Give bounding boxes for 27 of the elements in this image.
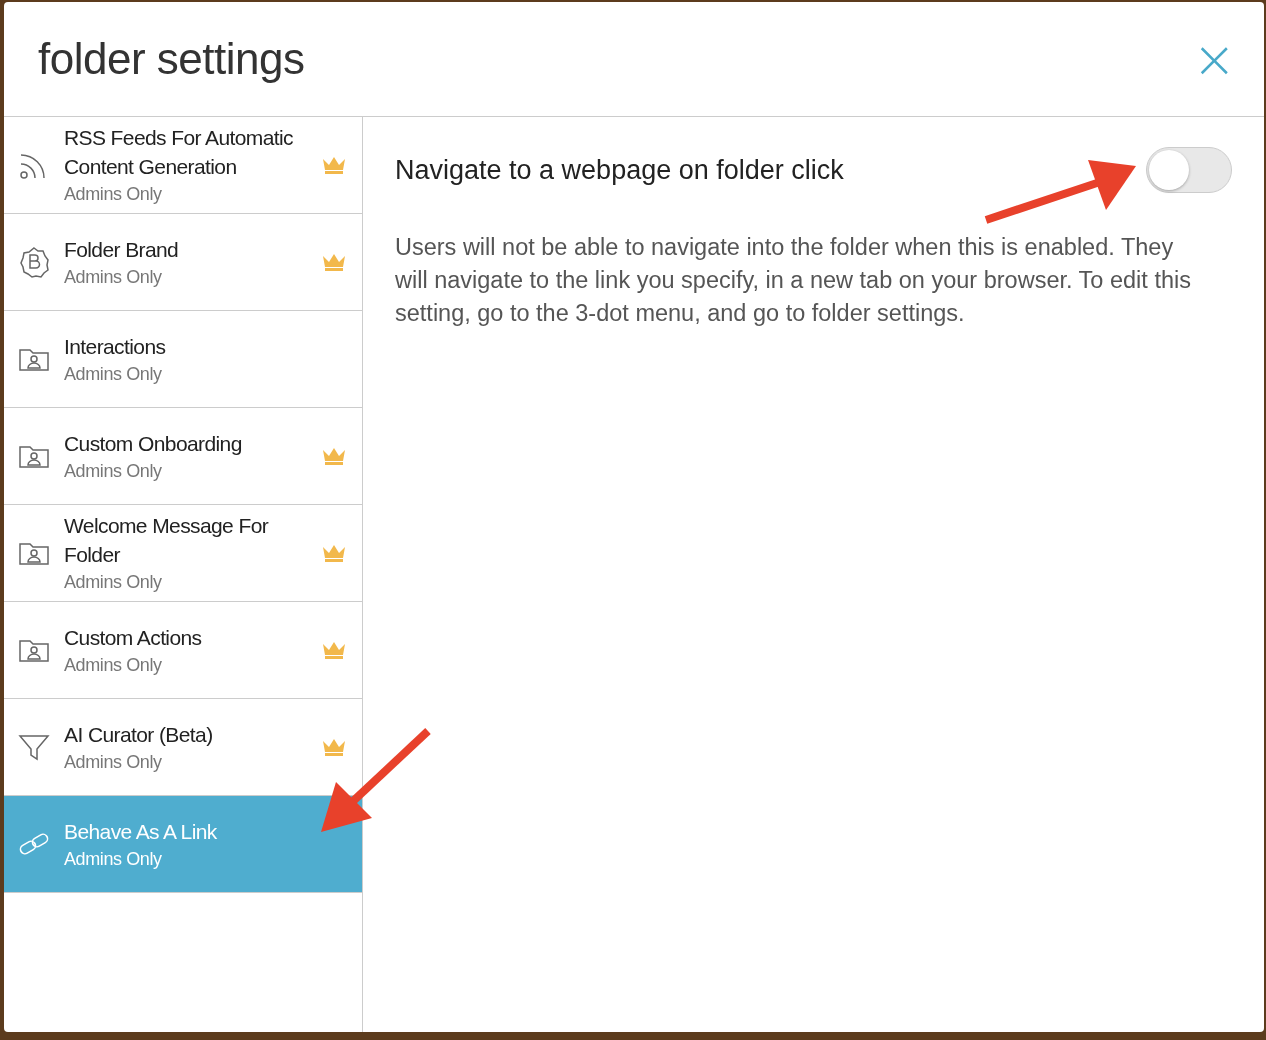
item-subtitle: Admins Only xyxy=(64,362,163,386)
item-subtitle: Admins Only xyxy=(64,183,163,206)
item-title: AI Curator (Beta) xyxy=(64,721,214,748)
sidebar-item[interactable]: Interactions Admins Only xyxy=(4,311,362,408)
item-title: RSS Feeds For Automatic Content Generation xyxy=(64,125,294,180)
setting-description: Users will not be able to navigate into the folder when this is enabled. They will navigate to the link you specify, in a new tab on your browser. To edit this setting, go to the 3-dot menu, and go to folder settings. xyxy=(395,233,1192,328)
setting-title: Navigate to a webpage on folder click xyxy=(395,154,844,186)
item-subtitle: Admins Only xyxy=(64,750,163,774)
item-subtitle: Admins Only xyxy=(64,571,163,594)
sidebar-item[interactable]: RSS Feeds For Automatic Content Generation Admins Only xyxy=(4,117,362,214)
item-subtitle: Admins Only xyxy=(64,847,163,871)
sidebar-item[interactable]: Custom Actions Admins Only xyxy=(4,602,362,699)
item-title: Interactions xyxy=(64,333,167,360)
badge-letter-icon xyxy=(18,246,50,278)
sidebar-item[interactable]: Custom Onboarding Admins Only xyxy=(4,408,362,505)
item-subtitle: Admins Only xyxy=(64,653,163,677)
item-title: Custom Onboarding xyxy=(64,430,243,457)
item-title: Folder Brand xyxy=(64,236,180,263)
dialog-title: folder settings xyxy=(38,34,305,84)
toggle-switch[interactable] xyxy=(1146,147,1232,193)
item-subtitle: Admins Only xyxy=(64,459,163,483)
sidebar-item[interactable]: Folder Brand Admins Only xyxy=(4,214,362,311)
sidebar-item[interactable]: Welcome Message For Folder Admins Only xyxy=(4,505,362,602)
item-title: Welcome Message For Folder xyxy=(64,513,270,568)
item-subtitle: Admins Only xyxy=(64,265,163,289)
item-title: Custom Actions xyxy=(64,624,203,651)
item-title: Behave As A Link xyxy=(64,818,218,845)
